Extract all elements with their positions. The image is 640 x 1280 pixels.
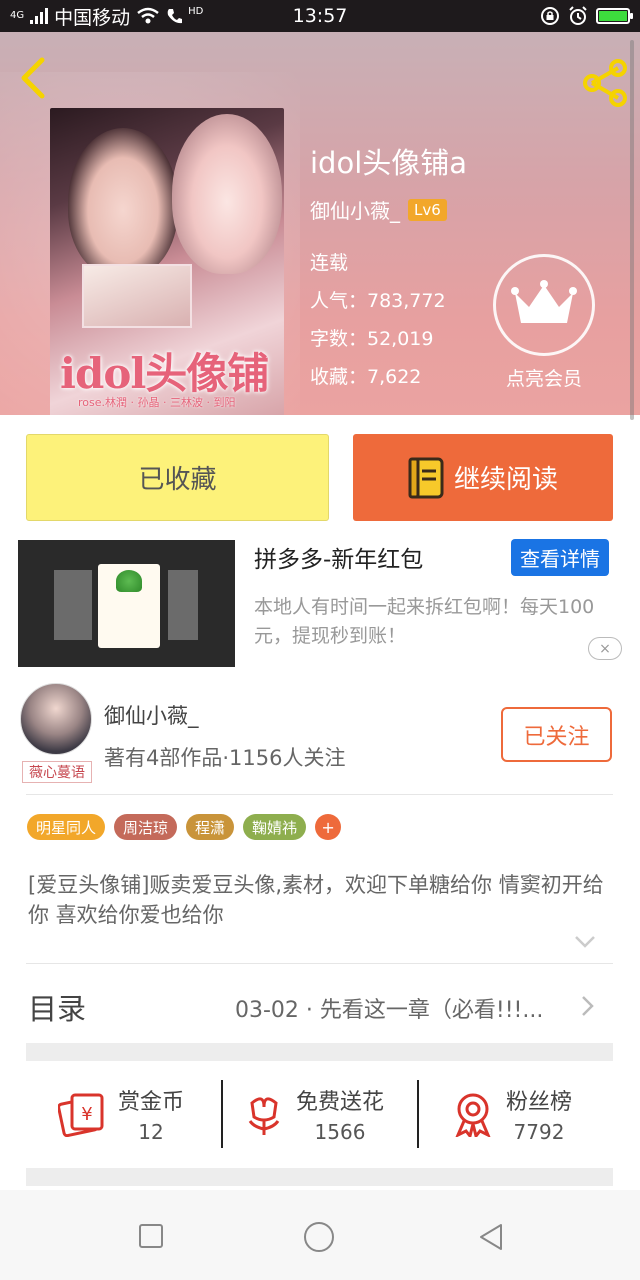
book-popularity: 人气：783,772 [310, 290, 446, 312]
book-favorites: 收藏：7,622 [310, 366, 422, 388]
recent-apps-icon[interactable] [138, 1223, 164, 1249]
tag-list: 明星同人 周洁琼 程潇 鞠婧祎 + [27, 814, 342, 840]
signal-icon [30, 8, 49, 24]
continue-reading-label: 继续阅读 [453, 465, 558, 495]
cover-portrait-left [68, 128, 178, 278]
call-icon [167, 9, 183, 24]
red-envelope-icon: ¥ [58, 1093, 104, 1137]
flowers-value: 1566 [314, 1120, 366, 1144]
svg-text:¥: ¥ [81, 1104, 92, 1125]
vip-button[interactable] [493, 254, 595, 356]
level-badge: Lv6 [408, 198, 447, 221]
fans-label: 粉丝榜 [506, 1090, 573, 1115]
add-tag-button[interactable]: + [315, 814, 342, 840]
chevron-down-icon[interactable] [573, 934, 597, 950]
reward-coins-button[interactable]: ¥ 赏金币 12 [58, 1080, 184, 1148]
collected-button[interactable]: 已收藏 [26, 434, 329, 521]
scrollbar[interactable] [630, 40, 634, 420]
ad-title[interactable]: 拼多多-新年红包 [254, 540, 423, 574]
continue-reading-button[interactable]: 继续阅读 [353, 434, 613, 521]
status-bar: 4G 中国移动 HD 13:57 [0, 0, 640, 32]
flowers-label: 免费送花 [296, 1090, 385, 1115]
catalog-latest-chapter[interactable]: 03-02 · 先看这一章（必看!!!... [235, 992, 575, 1024]
vip-label[interactable]: 点亮会员 [483, 364, 605, 391]
stat-divider [221, 1080, 223, 1148]
divider [26, 794, 613, 795]
ad-close-button[interactable]: × [588, 637, 622, 660]
share-icon[interactable] [578, 56, 632, 110]
ad-image[interactable] [18, 540, 235, 667]
chevron-right-icon[interactable] [580, 994, 596, 1018]
hd-badge: HD [188, 5, 204, 17]
cover-subtitle: rose.林潤 · 孙晶 · 三林波 · 到阳 [78, 396, 236, 409]
flower-icon [248, 1097, 280, 1135]
tag-item[interactable]: 程潇 [186, 814, 235, 840]
free-flowers-button[interactable]: 免费送花 1566 [244, 1080, 384, 1148]
crown-icon [511, 280, 577, 323]
book-title: idol头像铺a [310, 146, 468, 180]
author-name[interactable]: 御仙小薇_ [104, 700, 199, 730]
tag-item[interactable]: 明星同人 [27, 814, 106, 840]
cover-portrait-right [172, 114, 282, 274]
avatar[interactable] [20, 683, 92, 755]
reward-label: 赏金币 [118, 1090, 185, 1115]
book-icon [408, 457, 444, 498]
plant-icon [116, 570, 142, 592]
lock-rotation-icon [541, 7, 559, 25]
book-status: 连载 [310, 252, 349, 274]
section-separator [26, 1168, 613, 1186]
book-word-count: 字数：52,019 [310, 328, 434, 350]
author-stats: 著有4部作品·1156人关注 [104, 746, 346, 770]
book-cover[interactable]: idol头像铺 rose.林潤 · 孙晶 · 三林波 · 到阳 [50, 108, 284, 415]
home-icon[interactable] [303, 1221, 335, 1253]
network-type: 4G [10, 10, 25, 21]
cover-title: idol头像铺 [60, 349, 269, 398]
fan-ranking-button[interactable]: 粉丝榜 7792 [452, 1080, 572, 1148]
catalog-label[interactable]: 目录 [28, 986, 86, 1028]
battery-icon [596, 8, 633, 24]
avatar-tag: 薇心蔓语 [22, 761, 92, 783]
follow-button[interactable]: 已关注 [501, 707, 612, 762]
book-author[interactable]: 御仙小薇_ [310, 195, 400, 224]
carrier-name: 中国移动 [54, 6, 131, 29]
divider [26, 963, 613, 964]
status-right [540, 6, 633, 26]
tag-item[interactable]: 鞠婧祎 [243, 814, 307, 840]
back-icon[interactable] [14, 54, 54, 102]
book-info: 连载 人气：783,772 字数：52,019 收藏：7,622 [310, 244, 446, 396]
status-left: 4G 中国移动 HD [10, 3, 203, 30]
system-nav-bar [0, 1190, 640, 1280]
wifi-icon [137, 7, 159, 24]
ad-details-button[interactable]: 查看详情 [511, 539, 609, 576]
author-row: 御仙小薇_ Lv6 [310, 195, 447, 224]
stat-divider [417, 1080, 419, 1148]
ad-description: 本地人有时间一起来拆红包啊！每天100元，提现秒到账！ [254, 596, 595, 647]
back-nav-icon[interactable] [477, 1222, 505, 1252]
section-separator [26, 1043, 613, 1061]
tag-item[interactable]: 周洁琼 [114, 814, 178, 840]
book-header: idol头像铺 rose.林潤 · 孙晶 · 三林波 · 到阳 idol头像铺a… [0, 32, 640, 415]
cover-inset-photo [82, 264, 192, 328]
medal-icon [455, 1093, 491, 1137]
fans-value: 7792 [513, 1120, 565, 1144]
alarm-icon [569, 6, 587, 25]
book-description: [爱豆头像铺]贩卖爱豆头像,素材，欢迎下单糖给你 情窦初开给你 喜欢给你爱也给你 [28, 873, 604, 927]
reward-value: 12 [138, 1120, 164, 1144]
